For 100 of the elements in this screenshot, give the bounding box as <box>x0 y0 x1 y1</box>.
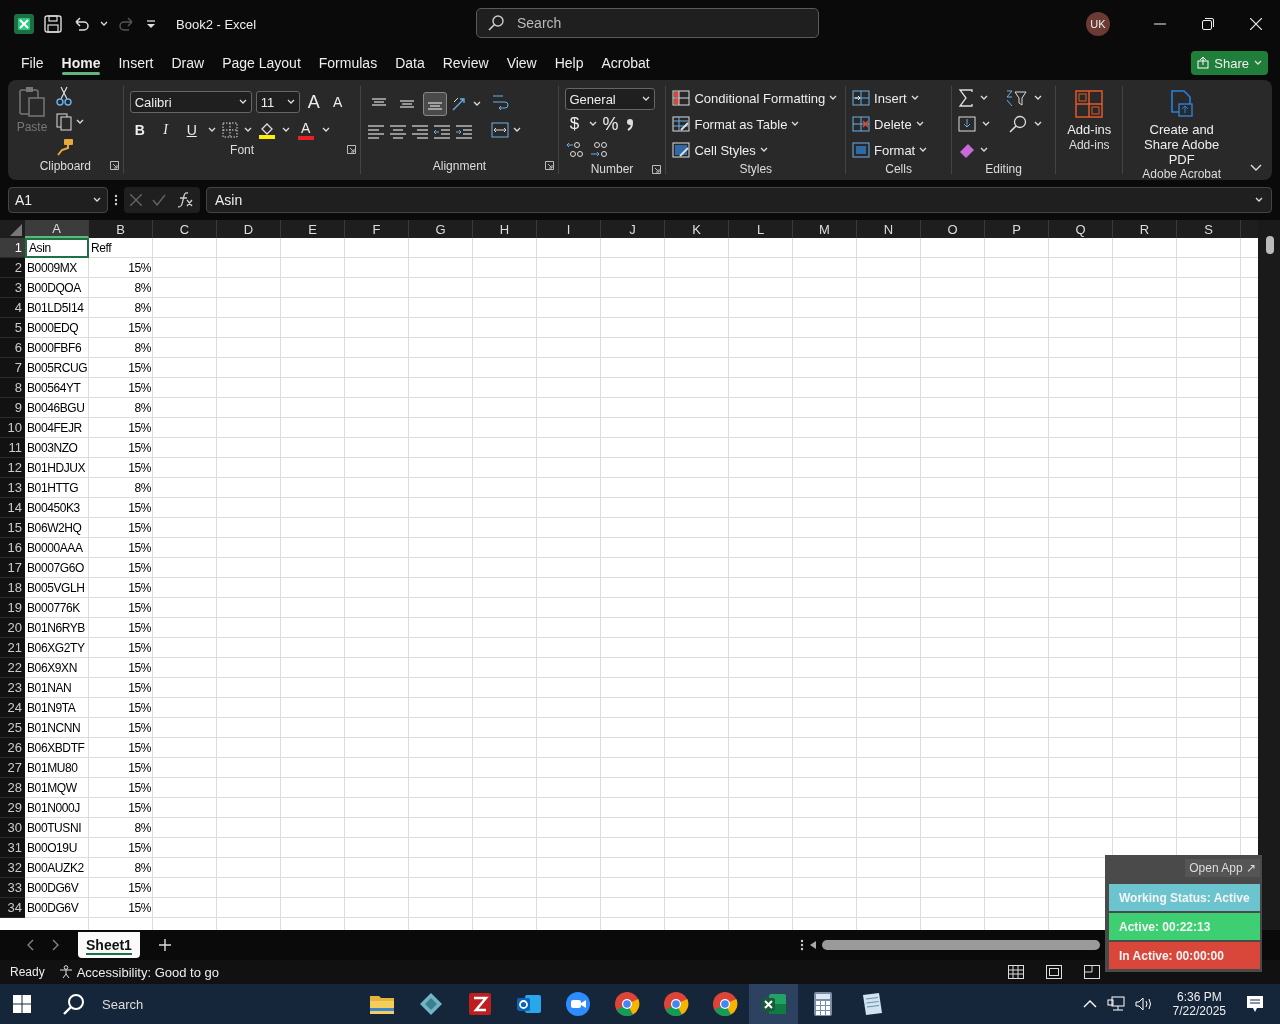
cut-icon[interactable] <box>56 86 72 106</box>
column-header[interactable]: C <box>153 220 217 238</box>
increase-indent-icon[interactable] <box>455 124 474 140</box>
caret-icon[interactable] <box>238 99 247 105</box>
dialog-launcher-icon[interactable] <box>347 145 357 154</box>
dialog-launcher-icon[interactable] <box>652 165 662 174</box>
menu-tab[interactable]: Acrobat <box>592 48 659 78</box>
function-icon[interactable] <box>176 192 194 208</box>
caret-icon[interactable] <box>473 101 482 107</box>
customize-icon[interactable] <box>146 19 156 29</box>
page-break-view-icon[interactable] <box>1084 965 1100 979</box>
volume-icon[interactable] <box>1134 996 1153 1012</box>
column-header[interactable]: F <box>345 220 409 238</box>
row-header[interactable]: 1 <box>0 238 25 258</box>
row-header[interactable]: 20 <box>0 618 25 638</box>
increase-decimal-icon[interactable] <box>564 141 585 159</box>
row-header[interactable]: 3 <box>0 278 25 298</box>
column-header[interactable]: Q <box>1049 220 1113 238</box>
column-header[interactable]: O <box>921 220 985 238</box>
styles-button[interactable]: Conditional Formatting <box>672 86 840 110</box>
align-right-icon[interactable] <box>411 124 430 140</box>
caret-icon[interactable] <box>286 99 295 105</box>
caret-icon[interactable] <box>513 127 522 133</box>
number-format-dropdown[interactable]: General <box>564 88 655 110</box>
row-header[interactable]: 6 <box>0 338 25 358</box>
row-header[interactable]: 15 <box>0 518 25 538</box>
styles-button[interactable]: Format as Table <box>672 112 840 136</box>
caret-icon[interactable] <box>207 127 216 133</box>
decrease-indent-icon[interactable] <box>433 124 452 140</box>
percent-button[interactable]: % <box>600 113 621 135</box>
borders-icon[interactable] <box>221 122 238 138</box>
font-name-dropdown[interactable]: Calibri <box>129 91 252 113</box>
caret-icon[interactable] <box>759 147 768 153</box>
caret-icon[interactable] <box>1034 121 1043 127</box>
menu-tab[interactable]: Review <box>433 48 498 78</box>
row-header[interactable]: 24 <box>0 698 25 718</box>
row-header[interactable]: 10 <box>0 418 25 438</box>
copy-icon[interactable] <box>56 113 72 131</box>
caret-icon[interactable] <box>791 121 800 127</box>
row-header[interactable]: 21 <box>0 638 25 658</box>
underline-button[interactable]: U <box>181 119 202 141</box>
align-left-icon[interactable] <box>367 124 386 140</box>
account-avatar[interactable]: UK <box>1086 12 1110 36</box>
previous-sheet-icon[interactable] <box>26 939 34 951</box>
caret-icon[interactable] <box>919 147 928 153</box>
cancel-icon[interactable] <box>130 194 142 206</box>
taskbar-search-button[interactable]: Search <box>62 992 144 1016</box>
bold-button[interactable]: B <box>129 119 150 141</box>
collapse-ribbon-icon[interactable] <box>1250 164 1262 172</box>
row-header[interactable]: 34 <box>0 898 25 918</box>
grow-font-button[interactable]: A <box>303 91 324 113</box>
menu-tab[interactable]: Formulas <box>309 48 387 78</box>
add-ins-button[interactable]: Add-ins <box>1067 86 1112 137</box>
row-header[interactable]: 26 <box>0 738 25 758</box>
font-color-button[interactable]: A <box>295 119 316 141</box>
row-header[interactable]: 13 <box>0 478 25 498</box>
caret-icon[interactable] <box>588 121 597 127</box>
row-header[interactable]: 29 <box>0 798 25 818</box>
menu-tab[interactable]: Page Layout <box>213 48 310 78</box>
autosum-icon[interactable] <box>958 89 975 107</box>
notification-icon[interactable] <box>1246 995 1264 1013</box>
font-size-dropdown[interactable]: 11 <box>255 91 300 113</box>
column-header[interactable]: G <box>409 220 473 238</box>
fill-color-icon[interactable] <box>257 121 276 139</box>
row-header[interactable]: 7 <box>0 358 25 378</box>
caret-icon[interactable] <box>980 95 989 101</box>
fill-down-icon[interactable] <box>958 116 977 132</box>
row-header[interactable]: 23 <box>0 678 25 698</box>
row-header[interactable]: 16 <box>0 538 25 558</box>
caret-icon[interactable] <box>915 121 924 127</box>
row-header[interactable]: 28 <box>0 778 25 798</box>
column-header[interactable]: A <box>25 220 89 238</box>
row-header[interactable]: 27 <box>0 758 25 778</box>
align-center-icon[interactable] <box>389 124 408 140</box>
comma-style-icon[interactable] <box>624 116 635 132</box>
bottom-align-button[interactable] <box>423 92 448 116</box>
row-header[interactable]: 4 <box>0 298 25 318</box>
row-header[interactable]: 25 <box>0 718 25 738</box>
caret-icon[interactable] <box>76 119 84 125</box>
row-header[interactable]: 5 <box>0 318 25 338</box>
format-painter-icon[interactable] <box>56 138 74 156</box>
row-header[interactable]: 12 <box>0 458 25 478</box>
caret-icon[interactable] <box>982 121 991 127</box>
windows-start-icon[interactable] <box>12 994 32 1014</box>
row-header[interactable]: 18 <box>0 578 25 598</box>
menu-tab[interactable]: Home <box>52 48 110 78</box>
row-header[interactable]: 11 <box>0 438 25 458</box>
caret-icon[interactable] <box>910 95 919 101</box>
normal-view-icon[interactable] <box>1008 965 1024 979</box>
add-sheet-icon[interactable] <box>157 938 172 952</box>
row-header[interactable]: 19 <box>0 598 25 618</box>
row-header[interactable]: 31 <box>0 838 25 858</box>
row-header[interactable]: 22 <box>0 658 25 678</box>
undo-icon[interactable] <box>72 15 90 33</box>
caret-icon[interactable] <box>100 21 108 27</box>
cells-button[interactable]: Delete <box>852 112 946 136</box>
formula-field[interactable]: Asin <box>206 187 1272 213</box>
row-header[interactable]: 14 <box>0 498 25 518</box>
menu-tab[interactable]: Data <box>386 48 434 78</box>
shrink-font-button[interactable]: A <box>327 91 348 113</box>
